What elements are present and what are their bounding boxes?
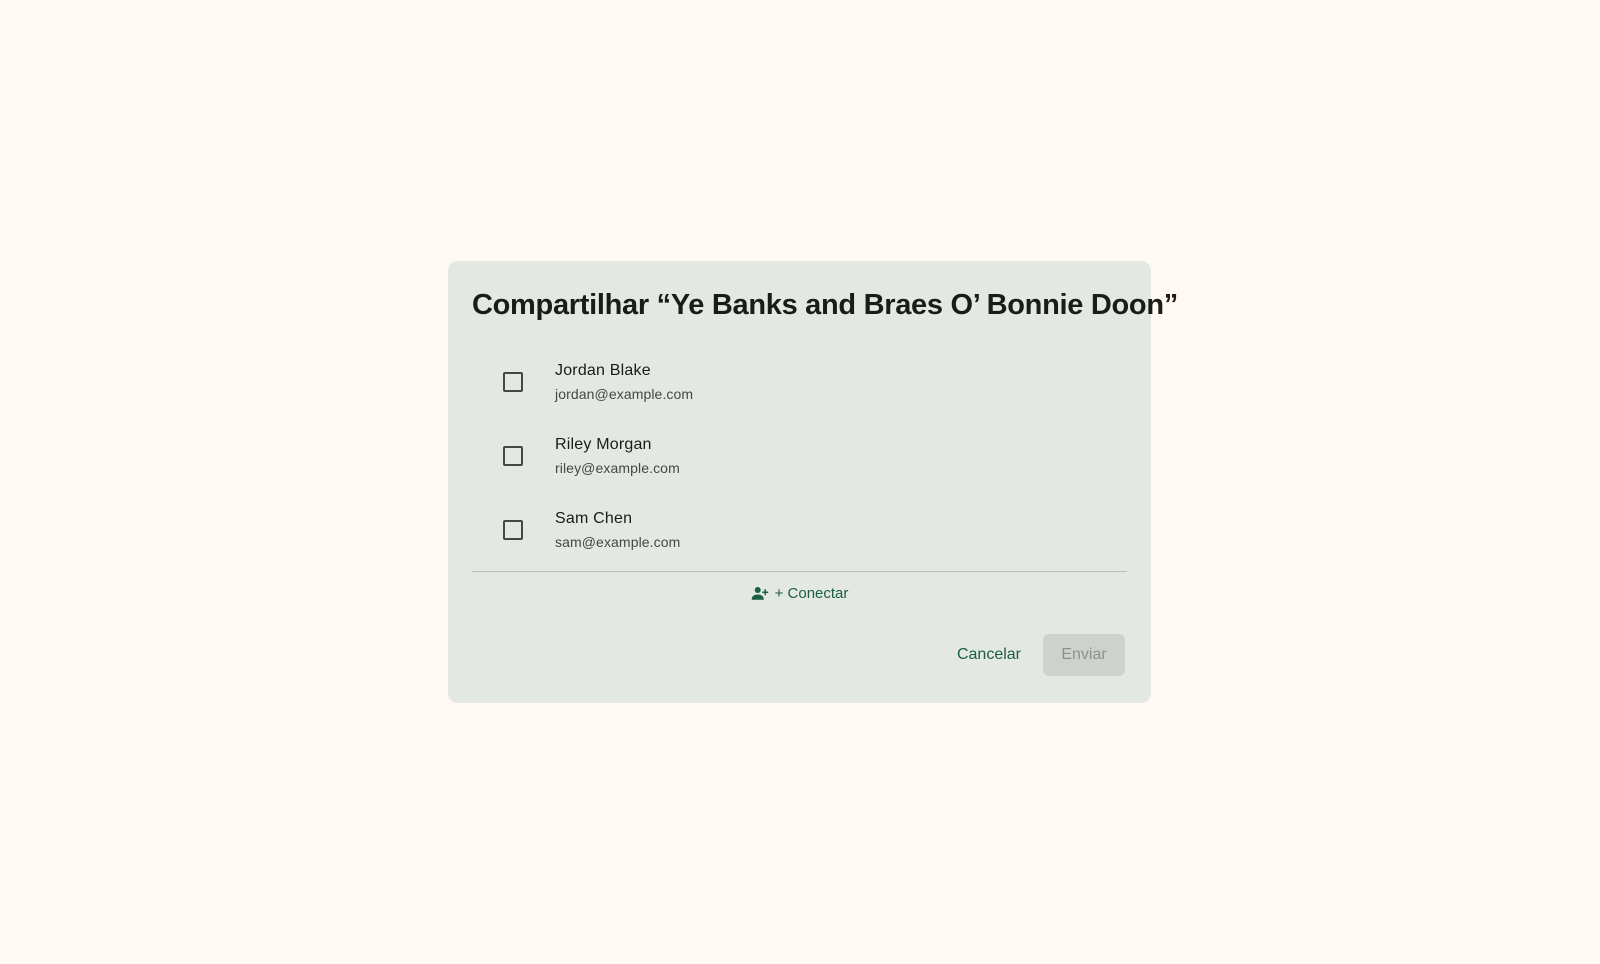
contact-list: Jordan Blake jordan@example.com Riley Mo… bbox=[472, 345, 1127, 567]
person-add-icon bbox=[751, 587, 768, 600]
dialog-actions: Cancelar Enviar bbox=[945, 634, 1125, 676]
contact-name: Riley Morgan bbox=[555, 436, 652, 453]
contact-row-sam[interactable]: Sam Chen sam@example.com bbox=[472, 493, 1127, 567]
connect-label: + Conectar bbox=[774, 584, 849, 602]
share-dialog: Compartilhar “Ye Banks and Braes O’ Bonn… bbox=[448, 261, 1178, 703]
connect-button[interactable]: + Conectar bbox=[472, 572, 1127, 614]
contact-email: sam@example.com bbox=[555, 534, 681, 550]
contact-checkbox[interactable] bbox=[503, 520, 523, 540]
contact-email: jordan@example.com bbox=[555, 386, 694, 402]
contact-info: Riley Morgan riley@example.com bbox=[555, 434, 680, 478]
contact-name: Sam Chen bbox=[555, 510, 633, 527]
contact-info: Jordan Blake jordan@example.com bbox=[555, 360, 693, 404]
contact-name: Jordan Blake bbox=[555, 362, 651, 379]
send-button[interactable]: Enviar bbox=[1043, 634, 1125, 676]
contact-row-jordan[interactable]: Jordan Blake jordan@example.com bbox=[472, 345, 1127, 419]
contact-checkbox[interactable] bbox=[503, 446, 523, 466]
contact-info: Sam Chen sam@example.com bbox=[555, 508, 680, 552]
contact-row-riley[interactable]: Riley Morgan riley@example.com bbox=[472, 419, 1127, 493]
contact-checkbox[interactable] bbox=[503, 372, 523, 392]
contact-email: riley@example.com bbox=[555, 460, 680, 476]
dialog-title: Compartilhar “Ye Banks and Braes O’ Bonn… bbox=[472, 289, 1178, 321]
cancel-button[interactable]: Cancelar bbox=[945, 636, 1033, 674]
